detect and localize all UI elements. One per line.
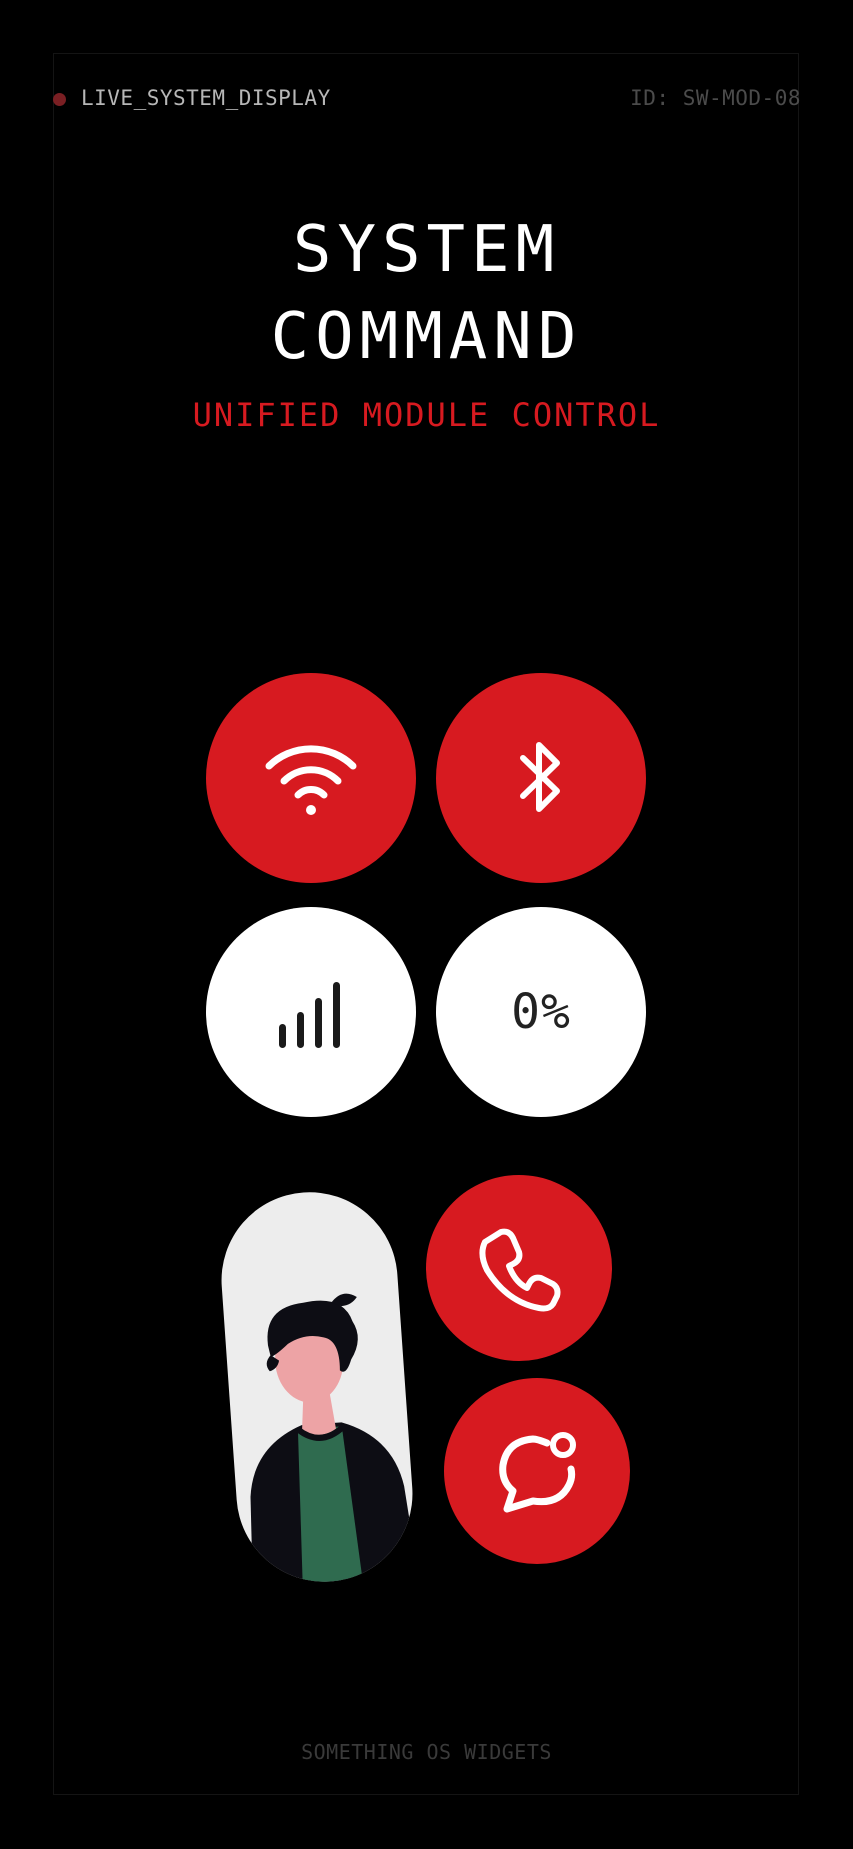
wifi-icon (265, 745, 357, 815)
person-avatar (250, 1293, 419, 1587)
signal-bars-icon (279, 982, 340, 1048)
bluetooth-toggle[interactable] (436, 673, 646, 883)
call-button[interactable] (426, 1175, 612, 1361)
message-button[interactable] (444, 1378, 630, 1564)
footer-label: SOMETHING OS WIDGETS (301, 1740, 552, 1764)
status-header: LIVE_SYSTEM_DISPLAY ID: SW-MOD-08 (53, 84, 801, 114)
system-id-label: ID: SW-MOD-08 (630, 86, 801, 110)
page-title-line1: SYSTEM (292, 213, 561, 287)
live-status-label: LIVE_SYSTEM_DISPLAY (81, 86, 331, 110)
live-indicator-dot (53, 93, 66, 106)
battery-percentage: 0% (511, 984, 571, 1040)
wifi-toggle[interactable] (206, 673, 416, 883)
contact-avatar-card[interactable] (215, 1186, 419, 1588)
battery-level-tile[interactable]: 0% (436, 907, 646, 1117)
message-icon (499, 1432, 576, 1513)
page-subtitle: UNIFIED MODULE CONTROL (192, 396, 661, 434)
cellular-signal-toggle[interactable] (206, 907, 416, 1117)
page-title-line2: COMMAND (270, 300, 583, 374)
phone-icon (479, 1228, 561, 1312)
bluetooth-icon (520, 742, 560, 812)
